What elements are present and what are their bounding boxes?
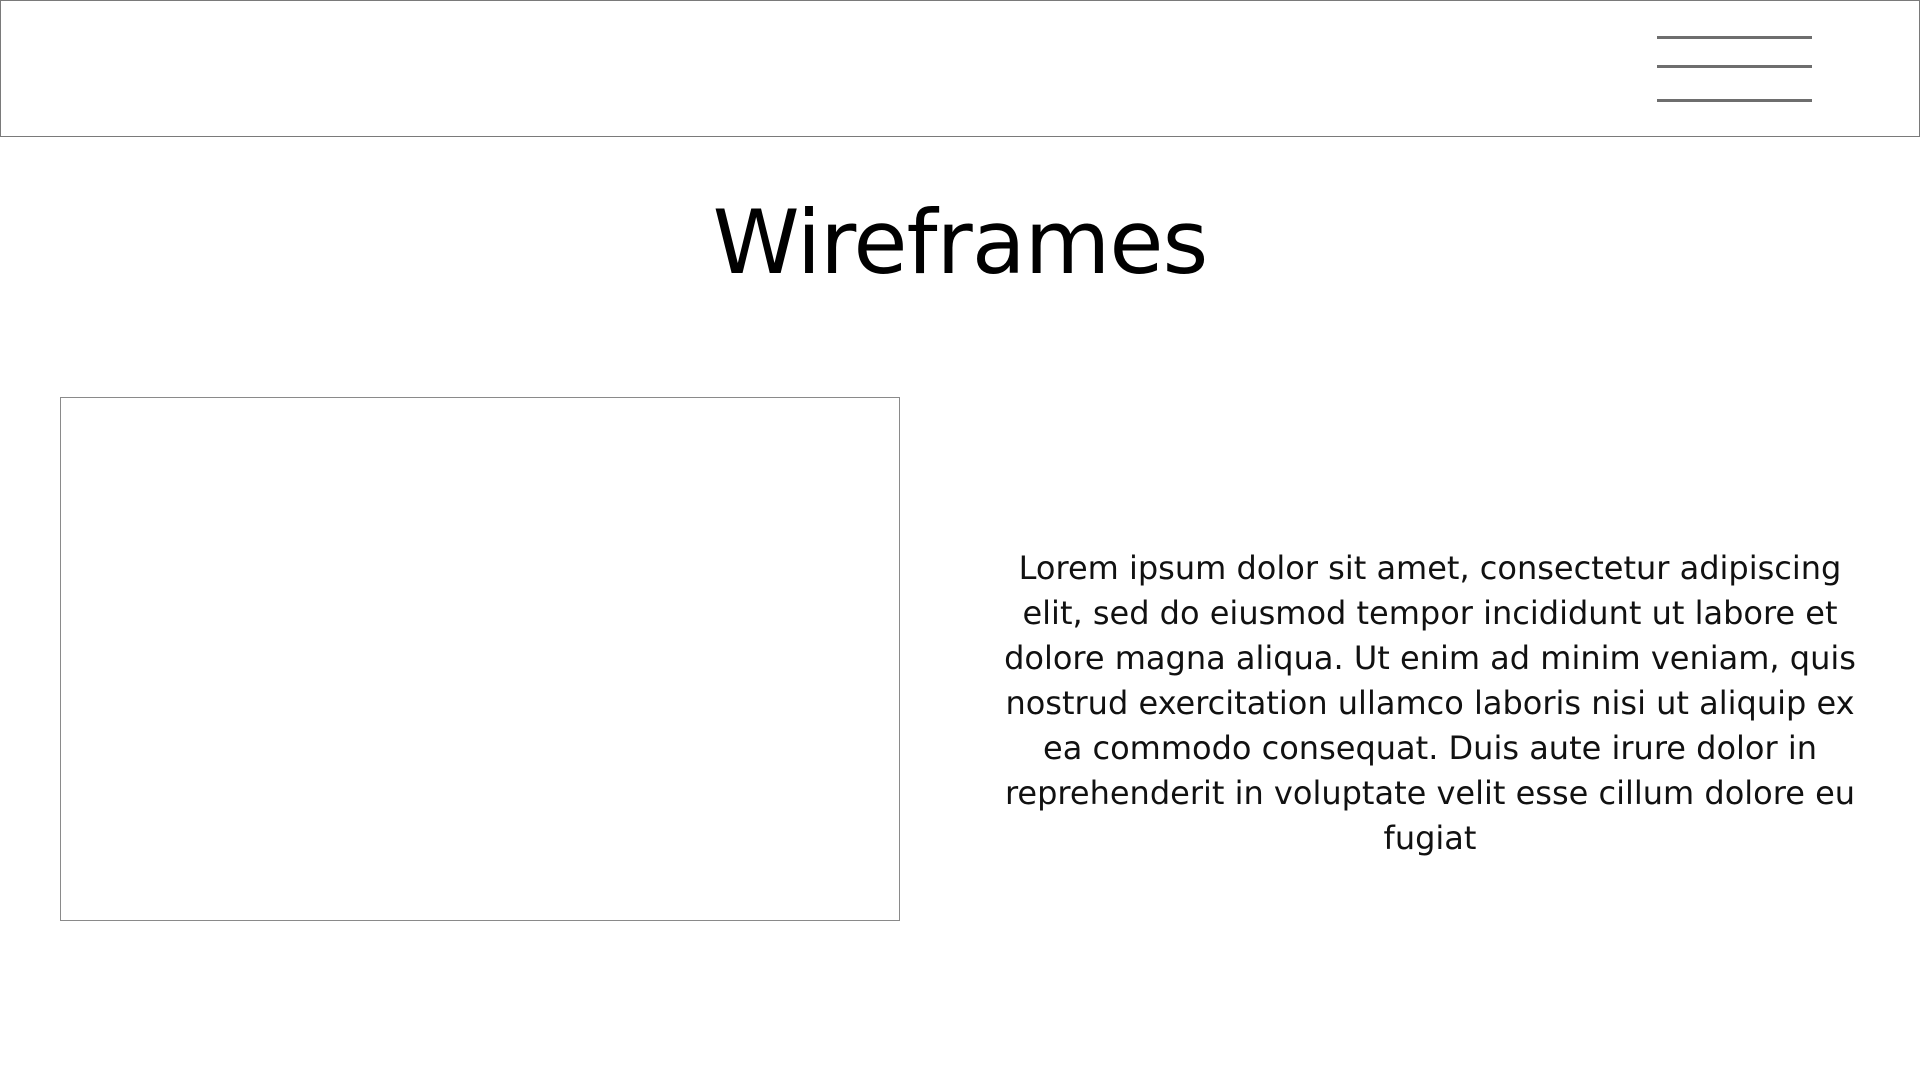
menu-line-middle [1657, 65, 1812, 68]
hamburger-menu-icon[interactable] [1651, 29, 1812, 109]
image-placeholder [60, 397, 900, 921]
menu-line-top [1657, 36, 1812, 39]
wireframe-page: Wireframes Lorem ipsum dolor sit amet, c… [0, 0, 1920, 1080]
body-text: Lorem ipsum dolor sit amet, consectetur … [1004, 549, 1856, 857]
page-title: Wireframes [712, 191, 1209, 294]
header-bar [0, 0, 1920, 137]
menu-line-bottom [1657, 99, 1812, 102]
